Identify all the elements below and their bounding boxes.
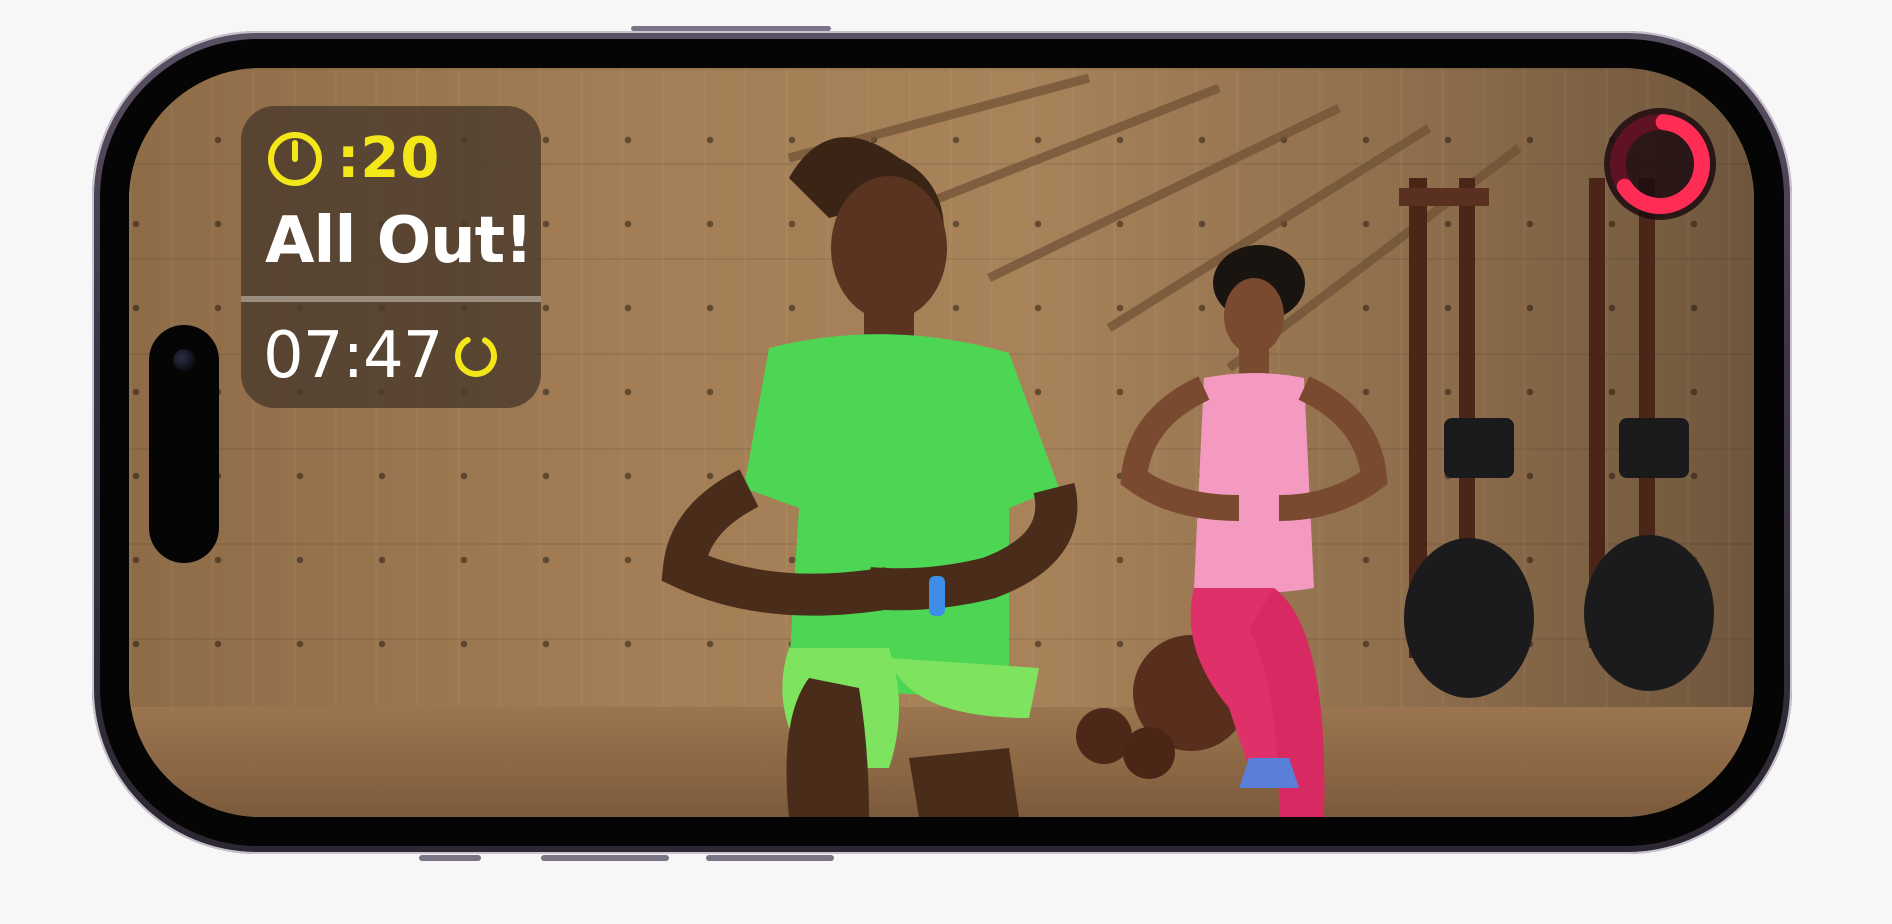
card-divider: [241, 296, 541, 302]
elapsed-time: 07:47: [263, 319, 443, 393]
volume-up-button: [541, 855, 669, 861]
progress-ring-icon: [455, 335, 498, 377]
top-button: [631, 26, 831, 31]
volume-down-button: [706, 855, 834, 861]
interval-time: :20: [337, 125, 441, 191]
interval-timer-row: :20: [265, 125, 441, 191]
workout-status-label: All Out!: [265, 204, 533, 278]
elapsed-time-row: 07:47: [263, 316, 500, 396]
activity-ring-icon: [1604, 108, 1716, 220]
volume-button: [419, 855, 481, 861]
stopwatch-icon: [268, 132, 322, 186]
workout-metrics-card: :20 All Out! 07:47: [241, 106, 541, 408]
front-camera-lens: [173, 349, 195, 371]
dynamic-island: [149, 325, 219, 563]
